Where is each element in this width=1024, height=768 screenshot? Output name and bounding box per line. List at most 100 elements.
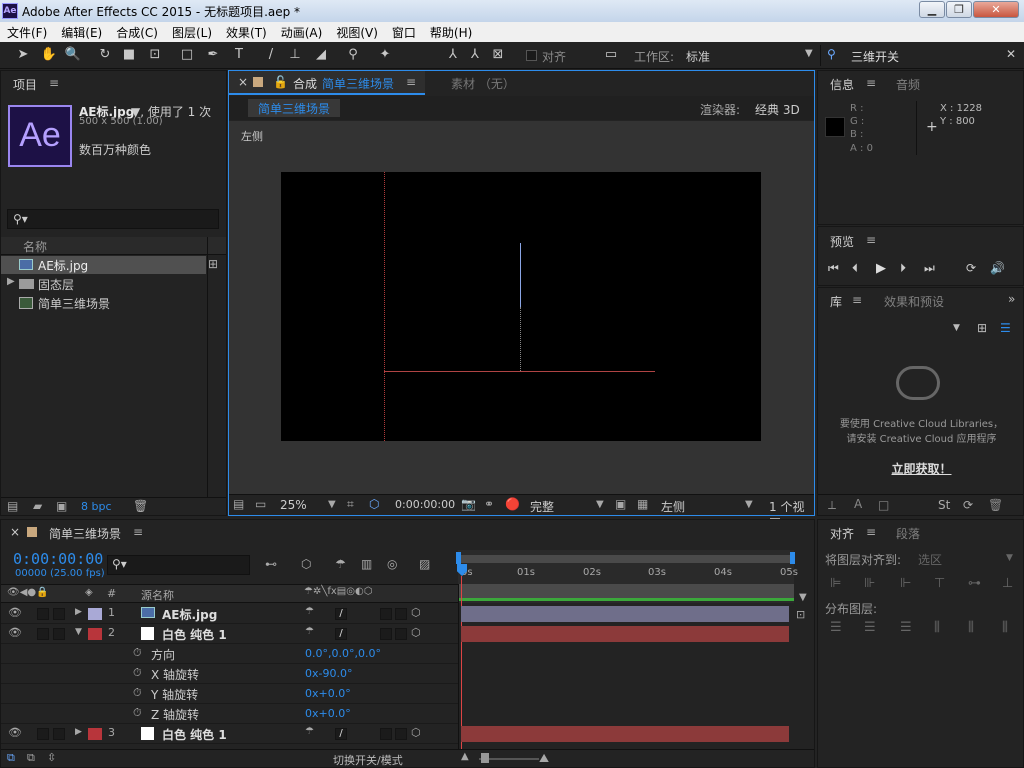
loop-icon[interactable]: ⟳ [966, 261, 976, 275]
menu-animation[interactable]: 动画(A) [274, 24, 330, 41]
maximize-button[interactable]: ❐ [946, 1, 972, 18]
menu-help[interactable]: 帮助(H) [423, 24, 479, 41]
eye-icon[interactable]: 👁 [8, 606, 22, 619]
new-folder-icon[interactable]: ▰ [33, 499, 42, 513]
adjustment-switch[interactable] [395, 628, 407, 640]
comp-button-icon[interactable]: ⊡ [796, 608, 805, 621]
info-tab[interactable]: 信息 [830, 76, 854, 93]
collapse-arrow-icon[interactable]: ▼ [75, 627, 82, 637]
sync-icon[interactable]: ⟳ [963, 498, 973, 512]
region-of-interest-icon[interactable]: ▣ [615, 497, 626, 511]
in-out-toggle-icon[interactable]: ⇳ [47, 751, 56, 764]
stock-icon[interactable]: St [938, 498, 950, 512]
work-area-bar[interactable] [458, 555, 794, 563]
list-view-icon[interactable]: ☰ [1000, 321, 1011, 335]
menu-layer[interactable]: 图层(L) [165, 24, 219, 41]
panel-menu-icon[interactable]: ≡ [866, 525, 876, 539]
expand-arrow-icon[interactable]: ▶ [75, 727, 82, 737]
property-value[interactable]: 0x+0.0° [305, 687, 351, 700]
stopwatch-icon[interactable]: ⏱ [133, 706, 142, 720]
quality-switch[interactable]: / [335, 628, 347, 640]
chevron-down-icon[interactable]: ▼ [328, 499, 336, 510]
zoom-tool-icon[interactable]: 🔍 [64, 46, 82, 64]
help-search[interactable]: ⚲ 三维开关 ✕ [820, 45, 1024, 66]
local-axis-icon[interactable]: ⅄ [444, 46, 462, 64]
current-timecode[interactable]: 0:00:00:00 [13, 550, 103, 568]
always-preview-icon[interactable]: ▤ [233, 497, 244, 511]
clone-stamp-tool-icon[interactable]: ⊥ [286, 46, 304, 64]
pan-behind-tool-icon[interactable]: ⊡ [146, 46, 164, 64]
lock-switch[interactable] [53, 608, 65, 620]
3d-layer-icon[interactable]: ⬡ [411, 626, 421, 639]
new-composition-icon[interactable]: ▣ [56, 499, 67, 513]
draft-3d-icon[interactable]: ⬡ [301, 557, 311, 571]
frame-blending-icon[interactable]: ▥ [361, 557, 372, 571]
label-color-swatch[interactable] [88, 728, 102, 740]
flowchart-icon[interactable]: ⊞ [208, 257, 218, 271]
comp-tab[interactable]: × 🔓 合成 简单三维场景 ≡ [229, 71, 425, 95]
menu-file[interactable]: 文件(F) [0, 24, 54, 41]
column-source-name-header[interactable]: 源名称 [141, 587, 174, 603]
shy-switch-icon[interactable]: ☂ [305, 626, 314, 637]
speaker-icon[interactable]: 🔊 [990, 261, 1005, 275]
motion-blur-switch[interactable] [380, 628, 392, 640]
toggle-switches-modes[interactable]: 切换开关/模式 [333, 752, 403, 768]
zoom-slider-handle[interactable] [481, 753, 489, 763]
selection-tool-icon[interactable]: ➤ [14, 46, 32, 64]
close-tab-icon[interactable]: × [10, 525, 20, 539]
grid-view-icon[interactable]: ⊞ [977, 321, 987, 335]
magnification-select[interactable]: 25% [280, 498, 307, 512]
motion-blur-switch[interactable] [380, 608, 392, 620]
monitor-icon[interactable]: ▭ [255, 497, 266, 511]
shy-switch-icon[interactable]: ☂ [305, 726, 314, 737]
trash-icon[interactable]: 🗑 [988, 498, 1003, 512]
shy-layers-icon[interactable]: ☂ [335, 557, 346, 571]
layer-duration-bar[interactable] [461, 626, 789, 642]
menu-view[interactable]: 视图(V) [329, 24, 385, 41]
align-top-icon[interactable]: ⊤ [934, 576, 945, 591]
eye-icon[interactable]: 👁 [8, 726, 22, 739]
distribute-v-center-icon[interactable]: ☰ [864, 620, 876, 635]
align-to-select[interactable]: 选区 [918, 551, 942, 568]
zoom-out-icon[interactable]: ▲ [461, 751, 469, 762]
rotate-tool-icon[interactable]: ↻ [96, 46, 114, 64]
align-right-icon[interactable]: ⊩ [900, 576, 911, 591]
distribute-left-icon[interactable]: ⫼ [934, 620, 940, 635]
quality-switch[interactable]: / [335, 728, 347, 740]
last-frame-icon[interactable]: ⏭ [924, 261, 935, 276]
solo-switch[interactable] [37, 608, 49, 620]
view-select[interactable]: 左侧 [661, 498, 685, 515]
lock-switch[interactable] [53, 628, 65, 640]
help-search-input[interactable]: 三维开关 [851, 48, 899, 65]
close-window-button[interactable]: ✕ [973, 1, 1019, 18]
preview-tab[interactable]: 预览 [830, 233, 854, 250]
project-search-input[interactable]: ⚲▾ [7, 209, 219, 229]
first-frame-icon[interactable]: ⏮ [828, 261, 839, 276]
trash-icon[interactable]: 🗑 [133, 499, 148, 513]
align-tab[interactable]: 对齐 [830, 525, 854, 542]
label-color-swatch[interactable] [88, 628, 102, 640]
world-axis-icon[interactable]: ⅄ [466, 46, 484, 64]
roto-brush-tool-icon[interactable]: ⚲ [344, 46, 362, 64]
motion-blur-icon[interactable]: ◎ [387, 557, 397, 571]
3d-layer-icon[interactable]: ⬡ [411, 606, 421, 619]
interpret-footage-icon[interactable]: ▤ [7, 499, 18, 513]
play-icon[interactable]: ▶ [876, 261, 886, 276]
add-graphic-icon[interactable]: ⟂ [828, 498, 836, 513]
camera-tool-icon[interactable]: ■ [120, 46, 138, 64]
menu-window[interactable]: 窗口 [385, 24, 423, 41]
audio-tab[interactable]: 音频 [896, 76, 920, 93]
view-axis-icon[interactable]: ⊠ [489, 46, 507, 64]
current-time-display[interactable]: 0:00:00:00 [395, 498, 455, 511]
renderer-select[interactable]: 经典 3D [755, 101, 800, 118]
stopwatch-icon[interactable]: ⏱ [133, 686, 142, 700]
property-row[interactable]: ⏱ Z 轴旋转 0x+0.0° [1, 704, 458, 724]
table-row[interactable]: 👁 ▼ 2 白色 纯色 1 ☂ / ⬡ [1, 624, 458, 644]
navigator-end-icon[interactable]: ▼ [799, 592, 807, 603]
panel-menu-icon[interactable]: ≡ [866, 76, 876, 90]
layer-duration-bar[interactable] [461, 606, 789, 622]
timeline-tab[interactable]: 简单三维场景 [49, 525, 121, 542]
chevron-down-icon[interactable]: ▼ [953, 323, 960, 333]
lock-switch[interactable] [53, 728, 65, 740]
brush-tool-icon[interactable]: / [262, 46, 280, 64]
